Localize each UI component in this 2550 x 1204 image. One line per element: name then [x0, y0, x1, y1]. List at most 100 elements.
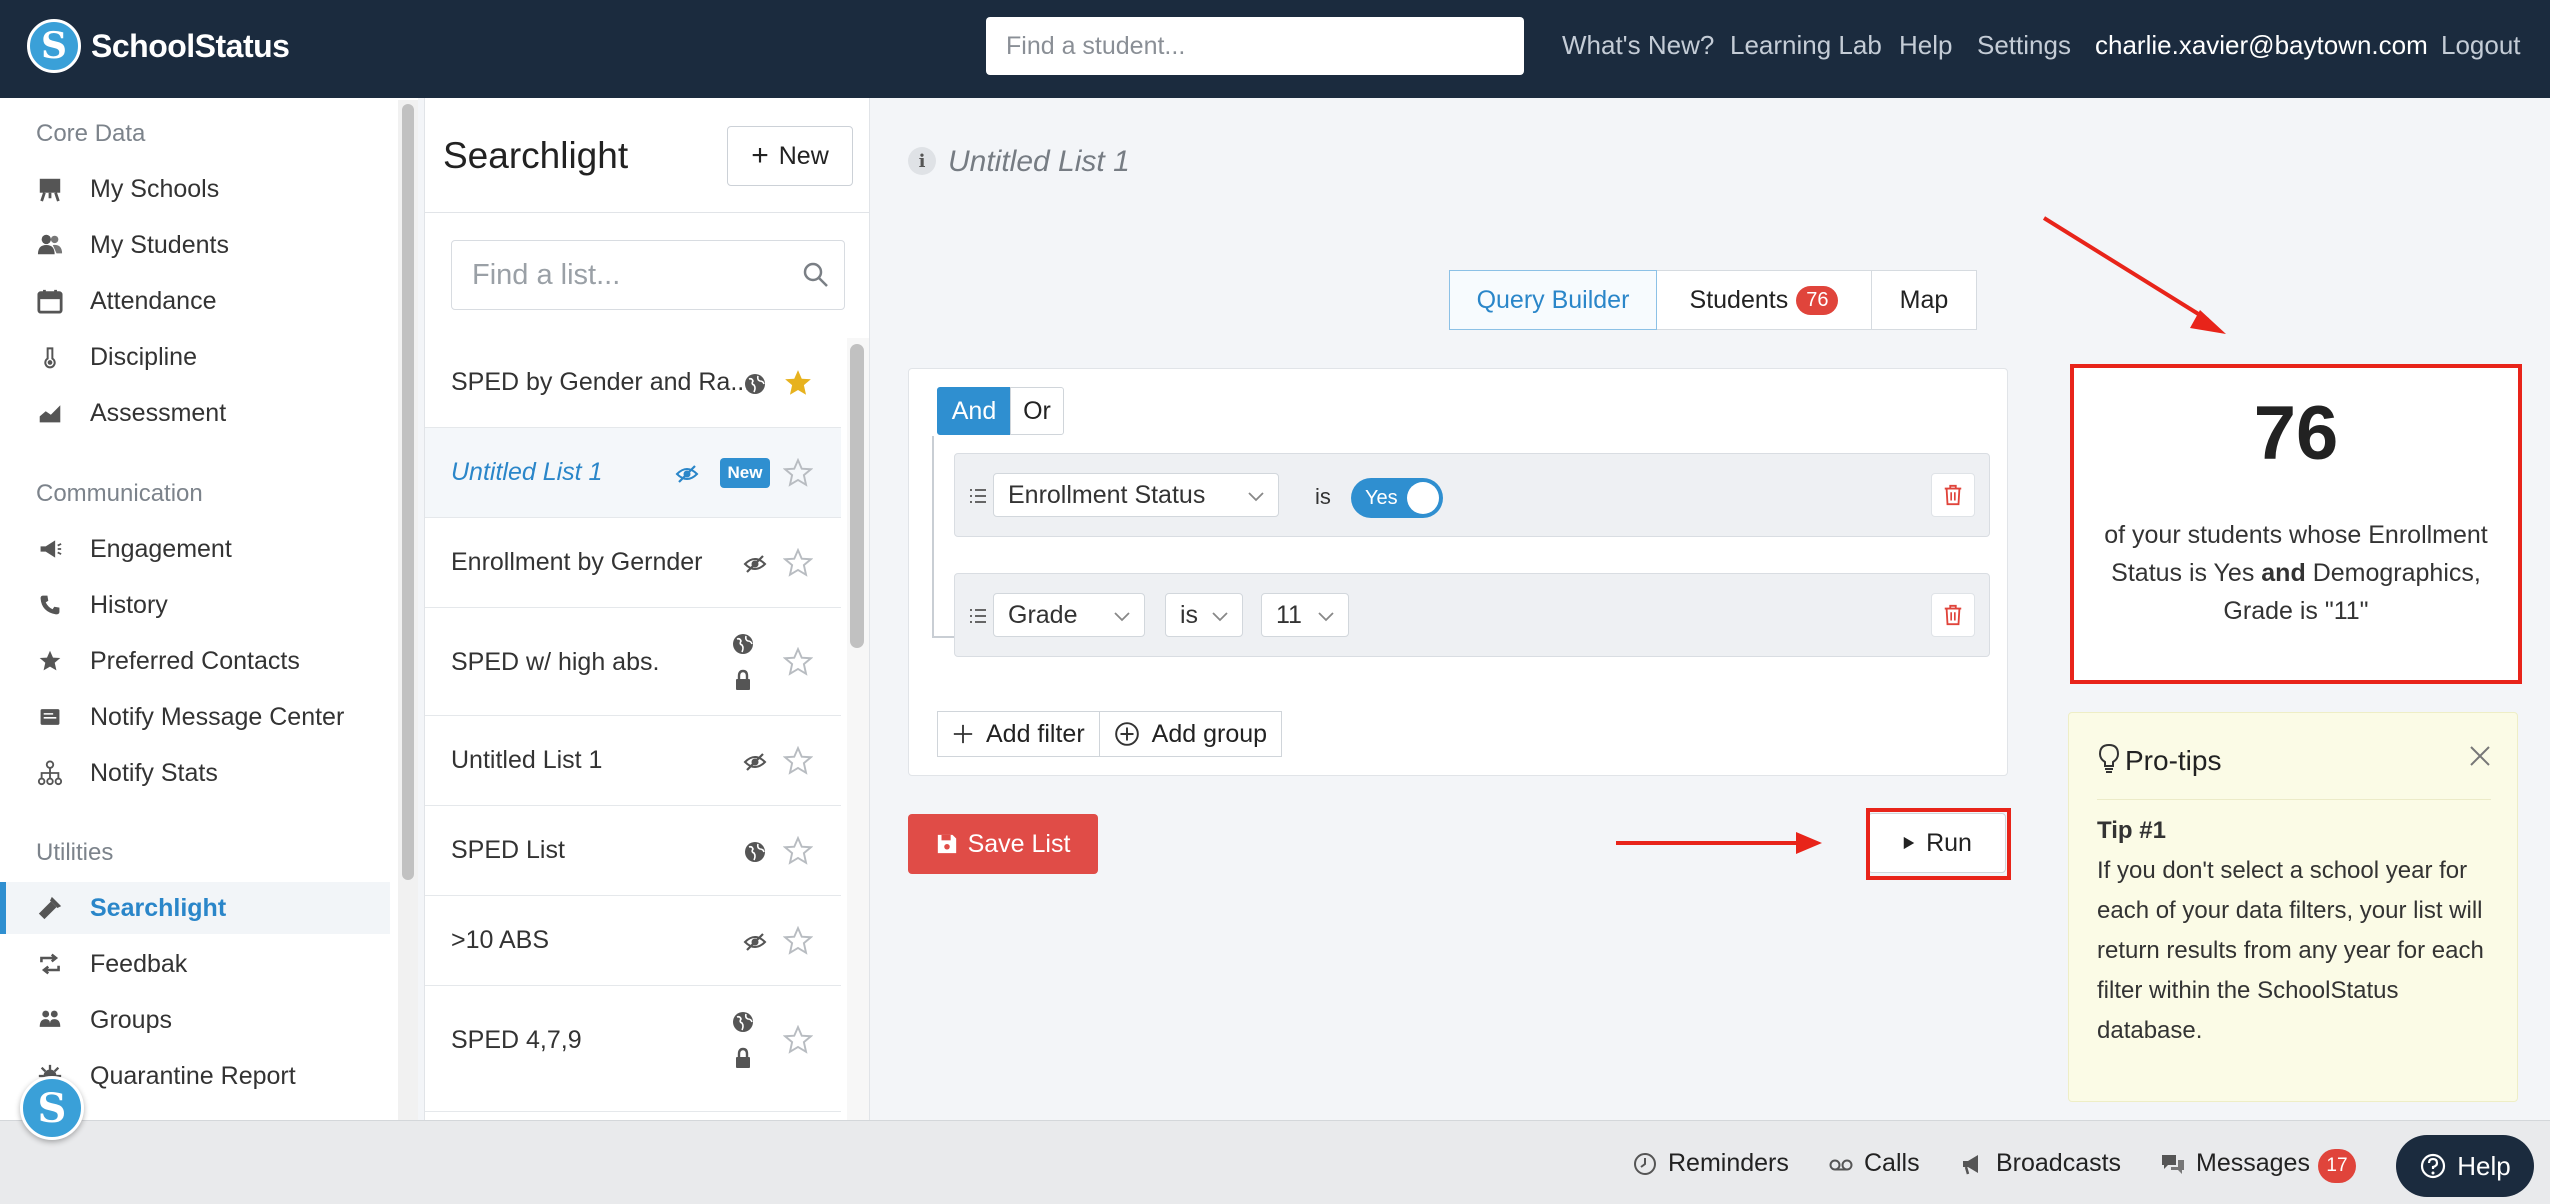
star-icon — [36, 647, 64, 675]
save-list-label: Save List — [967, 829, 1071, 858]
sidebar-item-my-schools[interactable]: My Schools — [0, 163, 390, 215]
and-button[interactable]: And — [937, 387, 1011, 435]
star-favorite-icon[interactable] — [783, 368, 813, 398]
drag-handle-icon[interactable] — [969, 487, 987, 505]
list-item[interactable]: >10 ABS — [425, 896, 841, 986]
users-icon — [36, 231, 64, 259]
reminders-button[interactable]: Reminders — [1632, 1149, 1789, 1178]
list-item-name: SPED by Gender and Ra... — [451, 368, 752, 396]
logic-toggle: And Or — [937, 387, 1064, 435]
sidebar-item-my-students[interactable]: My Students — [0, 219, 390, 271]
sidebar-item-attendance[interactable]: Attendance — [0, 275, 390, 327]
list-item[interactable]: SPED 4,7,9 — [425, 986, 841, 1112]
clock-icon — [1634, 1152, 1656, 1175]
sidebar-item-history[interactable]: History — [0, 579, 390, 631]
trash-icon — [1944, 484, 1962, 506]
broadcasts-label: Broadcasts — [1996, 1149, 2122, 1177]
tab-map[interactable]: Map — [1871, 270, 1977, 330]
pro-tips-panel: Pro-tips Tip #1 If you don't select a sc… — [2068, 712, 2518, 1102]
calls-button[interactable]: Calls — [1828, 1149, 1920, 1178]
star-outline-icon[interactable] — [783, 548, 813, 578]
sidebar-item-notify-message-center[interactable]: Notify Message Center — [0, 691, 390, 743]
filter-operator-select[interactable]: is — [1165, 593, 1243, 637]
star-outline-icon[interactable] — [783, 926, 813, 956]
learning-lab-link[interactable]: Learning Lab — [1730, 30, 1882, 61]
lock-icon — [736, 669, 750, 690]
sidebar-item-preferred-contacts[interactable]: Preferred Contacts — [0, 635, 390, 687]
schoolstatus-floating-logo-icon[interactable]: S — [20, 1076, 84, 1140]
settings-link[interactable]: Settings — [1977, 30, 2071, 61]
sidebar-item-engagement[interactable]: Engagement — [0, 523, 390, 575]
list-item-name: >10 ABS — [451, 926, 549, 954]
sidebar-scrollbar-thumb[interactable] — [402, 104, 414, 880]
list-search-input[interactable] — [452, 241, 792, 309]
sidebar-item-label: My Schools — [90, 174, 220, 203]
or-button[interactable]: Or — [1010, 387, 1064, 435]
app-logo[interactable]: S SchoolStatus — [27, 19, 290, 73]
sidebar-item-label: Engagement — [90, 534, 232, 563]
filter-operator-value: is — [1180, 600, 1199, 629]
delete-filter-button[interactable] — [1931, 593, 1975, 637]
search-icon[interactable] — [802, 261, 830, 289]
user-email-menu[interactable]: charlie.xavier@baytown.com — [2095, 30, 2428, 61]
filter-value-select[interactable]: 11 — [1261, 593, 1349, 637]
list-item[interactable]: SPED w/ high abs. — [425, 608, 841, 716]
section-communication: Communication — [36, 480, 203, 507]
sidebar-item-assessment[interactable]: Assessment — [0, 387, 390, 439]
sidebar-item-discipline[interactable]: Discipline — [0, 331, 390, 383]
lists-scrollbar-thumb[interactable] — [850, 344, 864, 648]
save-list-button[interactable]: Save List — [908, 814, 1098, 874]
trash-icon — [1944, 604, 1962, 626]
help-label: Help — [2457, 1150, 2511, 1181]
help-link[interactable]: Help — [1899, 30, 1952, 61]
list-item[interactable]: Untitled List 1 — [425, 716, 841, 806]
groups-icon — [36, 1006, 64, 1034]
list-item[interactable]: SPED by Gender and Ra... — [425, 338, 841, 428]
top-navbar: S SchoolStatus What's New? Learning Lab … — [0, 0, 2550, 98]
filter-field-select[interactable]: Enrollment Status — [993, 473, 1279, 517]
sidebar-item-searchlight[interactable]: Searchlight — [0, 882, 390, 934]
sidebar-item-notify-stats[interactable]: Notify Stats — [0, 747, 390, 799]
list-title[interactable]: Untitled List 1 — [948, 145, 1130, 179]
list-item[interactable]: SPED List — [425, 806, 841, 896]
retweet-icon — [36, 950, 64, 978]
add-controls: Add filter Add group — [937, 711, 1283, 757]
logout-link[interactable]: Logout — [2441, 30, 2521, 61]
star-outline-icon[interactable] — [783, 836, 813, 866]
list-item[interactable]: Enrollment by Gernder — [425, 518, 841, 608]
section-core-data: Core Data — [36, 120, 146, 147]
chevron-down-icon — [1318, 612, 1334, 622]
star-outline-icon[interactable] — [783, 458, 813, 488]
sidebar-item-label: Searchlight — [90, 893, 227, 922]
close-icon[interactable] — [2469, 745, 2491, 767]
new-list-button[interactable]: + New — [727, 126, 853, 186]
student-search-input[interactable] — [986, 17, 1524, 75]
delete-filter-button[interactable] — [1931, 473, 1975, 517]
star-outline-icon[interactable] — [783, 746, 813, 776]
filter-value-toggle[interactable]: Yes — [1351, 478, 1443, 518]
sidebar-item-groups[interactable]: Groups — [0, 994, 390, 1046]
filter-field-select[interactable]: Grade — [993, 593, 1145, 637]
list-item-selected[interactable]: Untitled List 1 New — [425, 428, 841, 518]
info-icon[interactable]: i — [908, 147, 936, 175]
drag-handle-icon[interactable] — [969, 607, 987, 625]
sidebar-item-feedbak[interactable]: Feedbak — [0, 938, 390, 990]
help-button[interactable]: Help — [2396, 1135, 2534, 1197]
add-group-button[interactable]: Add group — [1098, 711, 1283, 757]
broadcasts-button[interactable]: Broadcasts — [1960, 1149, 2121, 1178]
area-chart-icon — [36, 399, 64, 427]
whats-new-link[interactable]: What's New? — [1562, 30, 1714, 61]
thermometer-icon — [36, 343, 64, 371]
sidebar-item-label: Groups — [90, 1005, 172, 1034]
tab-query-builder[interactable]: Query Builder — [1449, 270, 1657, 330]
messages-button[interactable]: Messages — [2160, 1149, 2310, 1178]
flashlight-icon — [36, 894, 64, 922]
toggle-knob — [1407, 482, 1439, 514]
star-outline-icon[interactable] — [783, 1025, 813, 1055]
tab-students[interactable]: Students 76 — [1656, 270, 1872, 330]
sidebar-item-label: Feedbak — [90, 949, 188, 978]
sitemap-icon — [36, 759, 64, 787]
list-item-name: SPED 4,7,9 — [451, 1026, 582, 1054]
add-filter-button[interactable]: Add filter — [937, 711, 1100, 757]
star-outline-icon[interactable] — [783, 647, 813, 677]
